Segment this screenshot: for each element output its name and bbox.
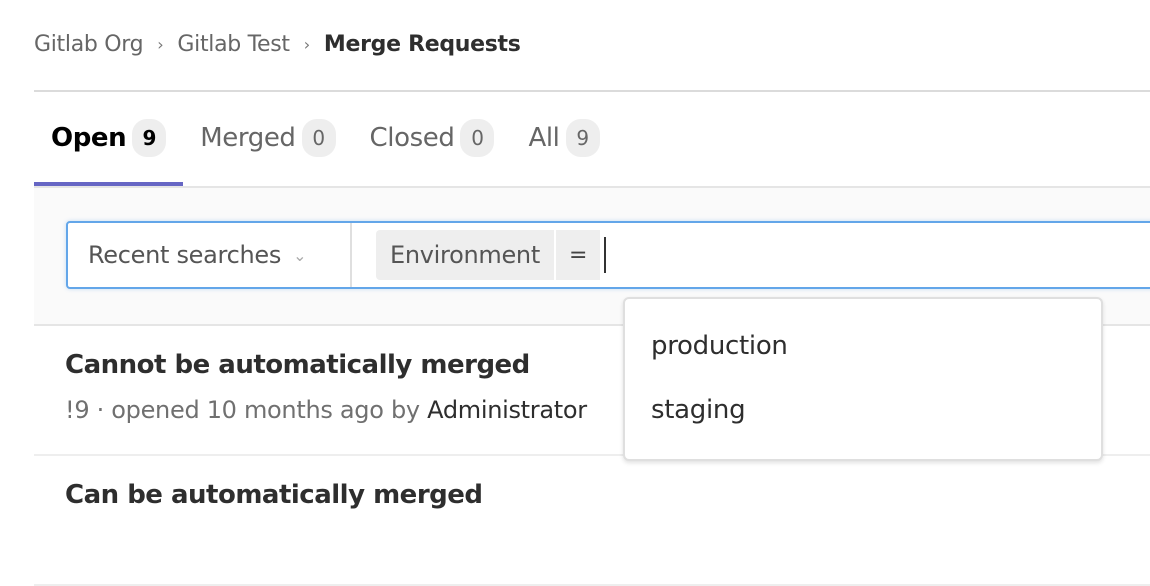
list-item: Can be automatically merged [34, 456, 1150, 586]
filter-token-operator[interactable]: = [555, 230, 601, 280]
dropdown-option-staging[interactable]: staging [651, 395, 746, 425]
tab-merged[interactable]: Merged 0 [183, 92, 352, 184]
tab-open[interactable]: Open 9 [34, 92, 184, 186]
mr-title-link[interactable]: Cannot be automatically merged [65, 350, 530, 380]
count-badge: 9 [132, 119, 167, 157]
breadcrumb-item-gitlab-org[interactable]: Gitlab Org [34, 32, 144, 57]
count-badge: 0 [460, 119, 495, 157]
breadcrumb: Gitlab Org › Gitlab Test › Merge Request… [34, 28, 521, 60]
tab-label: Merged [200, 123, 296, 153]
count-badge: 9 [565, 119, 600, 157]
tab-closed[interactable]: Closed 0 [353, 92, 512, 184]
tab-label: Open [51, 123, 127, 153]
recent-searches-label: Recent searches [88, 241, 282, 269]
environment-suggestions-dropdown: production staging [623, 297, 1103, 461]
filtered-search-box[interactable]: Recent searches ⌄ Environment = [66, 221, 1150, 289]
tab-label: All [528, 123, 560, 153]
search-tokens: Environment = [352, 223, 607, 287]
text-cursor[interactable] [604, 237, 607, 273]
chevron-right-icon: › [303, 34, 310, 54]
chevron-down-icon: ⌄ [293, 245, 307, 265]
chevron-right-icon: › [157, 34, 164, 54]
tab-label: Closed [369, 123, 455, 153]
breadcrumb-current: Merge Requests [323, 31, 521, 57]
dropdown-option-production[interactable]: production [651, 331, 788, 361]
recent-searches-dropdown[interactable]: Recent searches ⌄ [68, 223, 352, 287]
filter-token-name[interactable]: Environment [376, 230, 554, 280]
mr-title-link[interactable]: Can be automatically merged [65, 480, 483, 510]
mr-meta-text: !9 · opened 10 months ago by [65, 396, 428, 424]
breadcrumb-item-gitlab-test[interactable]: Gitlab Test [177, 32, 290, 57]
mr-state-tabs: Open 9 Merged 0 Closed 0 All 9 [34, 92, 1150, 188]
mr-author-link[interactable]: Administrator [427, 396, 587, 424]
count-badge: 0 [301, 119, 336, 157]
mr-meta: !9 · opened 10 months ago by Administrat… [65, 396, 587, 424]
tab-all[interactable]: All 9 [511, 92, 616, 184]
